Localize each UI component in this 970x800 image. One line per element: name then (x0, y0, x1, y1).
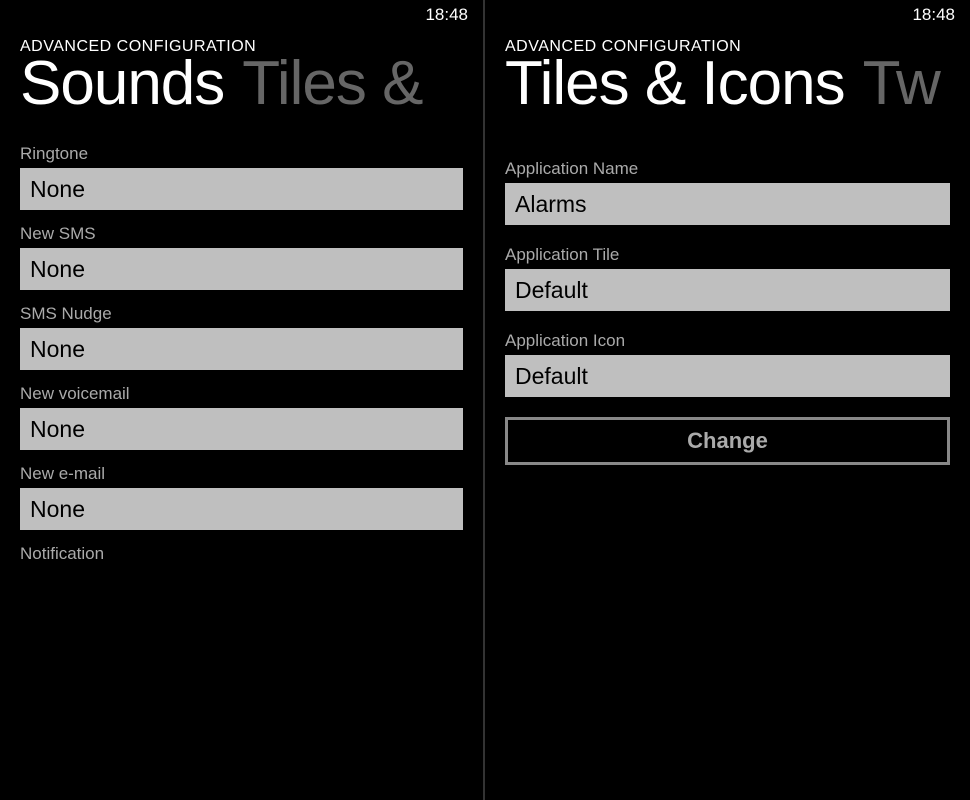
app-tile-picker[interactable]: Default (505, 269, 950, 311)
header: ADVANCED CONFIGURATION Sounds Tiles & (0, 30, 483, 119)
field-label: Notification (20, 544, 463, 564)
status-bar: 18:48 (485, 0, 970, 30)
field-label: New e-mail (20, 464, 463, 484)
field-ringtone: Ringtone None (20, 144, 463, 210)
field-app-tile: Application Tile Default (505, 245, 950, 311)
left-panel: 18:48 ADVANCED CONFIGURATION Sounds Tile… (0, 0, 485, 800)
content-area: Application Name Alarms Application Tile… (485, 119, 970, 465)
ringtone-picker[interactable]: None (20, 168, 463, 210)
field-label: New voicemail (20, 384, 463, 404)
content-area: Ringtone None New SMS None SMS Nudge Non… (0, 119, 483, 564)
field-new-voicemail: New voicemail None (20, 384, 463, 450)
field-app-name: Application Name Alarms (505, 159, 950, 225)
new-email-picker[interactable]: None (20, 488, 463, 530)
status-time: 18:48 (912, 5, 955, 25)
change-button[interactable]: Change (505, 417, 950, 465)
field-sms-nudge: SMS Nudge None (20, 304, 463, 370)
pivot-tabs[interactable]: Tiles & Icons Tw (505, 48, 950, 119)
field-label: Application Icon (505, 331, 950, 351)
pivot-tab-sounds[interactable]: Sounds (20, 48, 224, 119)
field-label: Application Tile (505, 245, 950, 265)
header: ADVANCED CONFIGURATION Tiles & Icons Tw (485, 30, 970, 119)
pivot-tab-next[interactable]: Tiles & (242, 48, 422, 119)
field-notification: Notification (20, 544, 463, 564)
pivot-tabs[interactable]: Sounds Tiles & (20, 48, 463, 119)
app-icon-picker[interactable]: Default (505, 355, 950, 397)
field-label: Ringtone (20, 144, 463, 164)
right-panel: 18:48 ADVANCED CONFIGURATION Tiles & Ico… (485, 0, 970, 800)
pivot-tab-next[interactable]: Tw (863, 48, 940, 119)
app-name-picker[interactable]: Alarms (505, 183, 950, 225)
field-app-icon: Application Icon Default (505, 331, 950, 397)
new-sms-picker[interactable]: None (20, 248, 463, 290)
field-label: SMS Nudge (20, 304, 463, 324)
field-new-sms: New SMS None (20, 224, 463, 290)
sms-nudge-picker[interactable]: None (20, 328, 463, 370)
pivot-tab-tiles-icons[interactable]: Tiles & Icons (505, 48, 845, 119)
field-new-email: New e-mail None (20, 464, 463, 530)
field-label: Application Name (505, 159, 950, 179)
status-time: 18:48 (425, 5, 468, 25)
field-label: New SMS (20, 224, 463, 244)
new-voicemail-picker[interactable]: None (20, 408, 463, 450)
status-bar: 18:48 (0, 0, 483, 30)
